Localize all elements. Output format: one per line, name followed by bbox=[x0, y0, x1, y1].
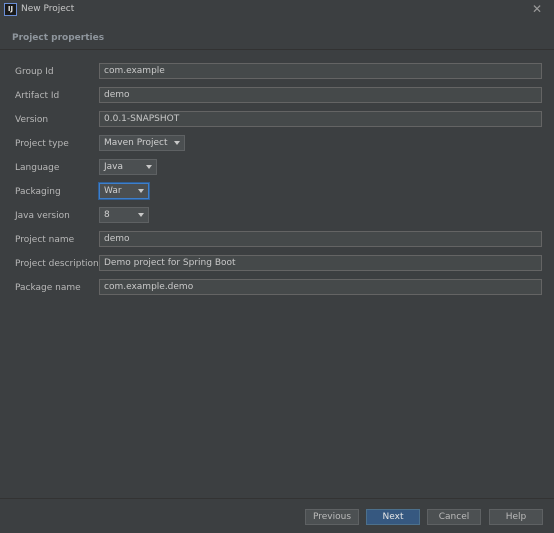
group-id-field[interactable]: com.example bbox=[99, 63, 542, 79]
packaging-value: War bbox=[104, 186, 122, 196]
project-name-label: Project name bbox=[15, 235, 75, 245]
project-type-value: Maven Project bbox=[104, 138, 168, 148]
intellij-app-icon: IJ bbox=[4, 3, 17, 16]
packaging-label: Packaging bbox=[15, 187, 61, 197]
project-type-select[interactable]: Maven Project bbox=[99, 135, 185, 151]
artifact-id-label: Artifact Id bbox=[15, 91, 60, 101]
chevron-down-icon bbox=[146, 165, 152, 169]
project-type-label: Project type bbox=[15, 139, 69, 149]
chevron-down-icon bbox=[174, 141, 180, 145]
language-select[interactable]: Java bbox=[99, 159, 157, 175]
previous-button[interactable]: Previous bbox=[305, 509, 359, 525]
window-title: New Project bbox=[21, 4, 75, 14]
close-icon[interactable]: ✕ bbox=[530, 2, 544, 16]
language-label: Language bbox=[15, 163, 60, 173]
project-description-field[interactable]: Demo project for Spring Boot bbox=[99, 255, 542, 271]
java-version-select[interactable]: 8 bbox=[99, 207, 149, 223]
packaging-select[interactable]: War bbox=[99, 183, 149, 199]
java-version-value: 8 bbox=[104, 210, 110, 220]
group-id-label: Group Id bbox=[15, 67, 54, 77]
footer-divider bbox=[0, 498, 554, 499]
project-name-field[interactable]: demo bbox=[99, 231, 542, 247]
chevron-down-icon bbox=[138, 213, 144, 217]
version-label: Version bbox=[15, 115, 49, 125]
package-name-field[interactable]: com.example.demo bbox=[99, 279, 542, 295]
cancel-button[interactable]: Cancel bbox=[427, 509, 481, 525]
package-name-label: Package name bbox=[15, 283, 81, 293]
java-version-label: Java version bbox=[15, 211, 70, 221]
title-bar: IJ New Project ✕ bbox=[0, 0, 554, 20]
artifact-id-field[interactable]: demo bbox=[99, 87, 542, 103]
section-divider bbox=[0, 49, 554, 50]
chevron-down-icon bbox=[138, 189, 144, 193]
language-value: Java bbox=[104, 162, 124, 172]
project-description-label: Project description bbox=[15, 259, 99, 269]
help-button[interactable]: Help bbox=[489, 509, 543, 525]
version-field[interactable]: 0.0.1-SNAPSHOT bbox=[99, 111, 542, 127]
section-title: Project properties bbox=[12, 33, 105, 43]
next-button[interactable]: Next bbox=[366, 509, 420, 525]
